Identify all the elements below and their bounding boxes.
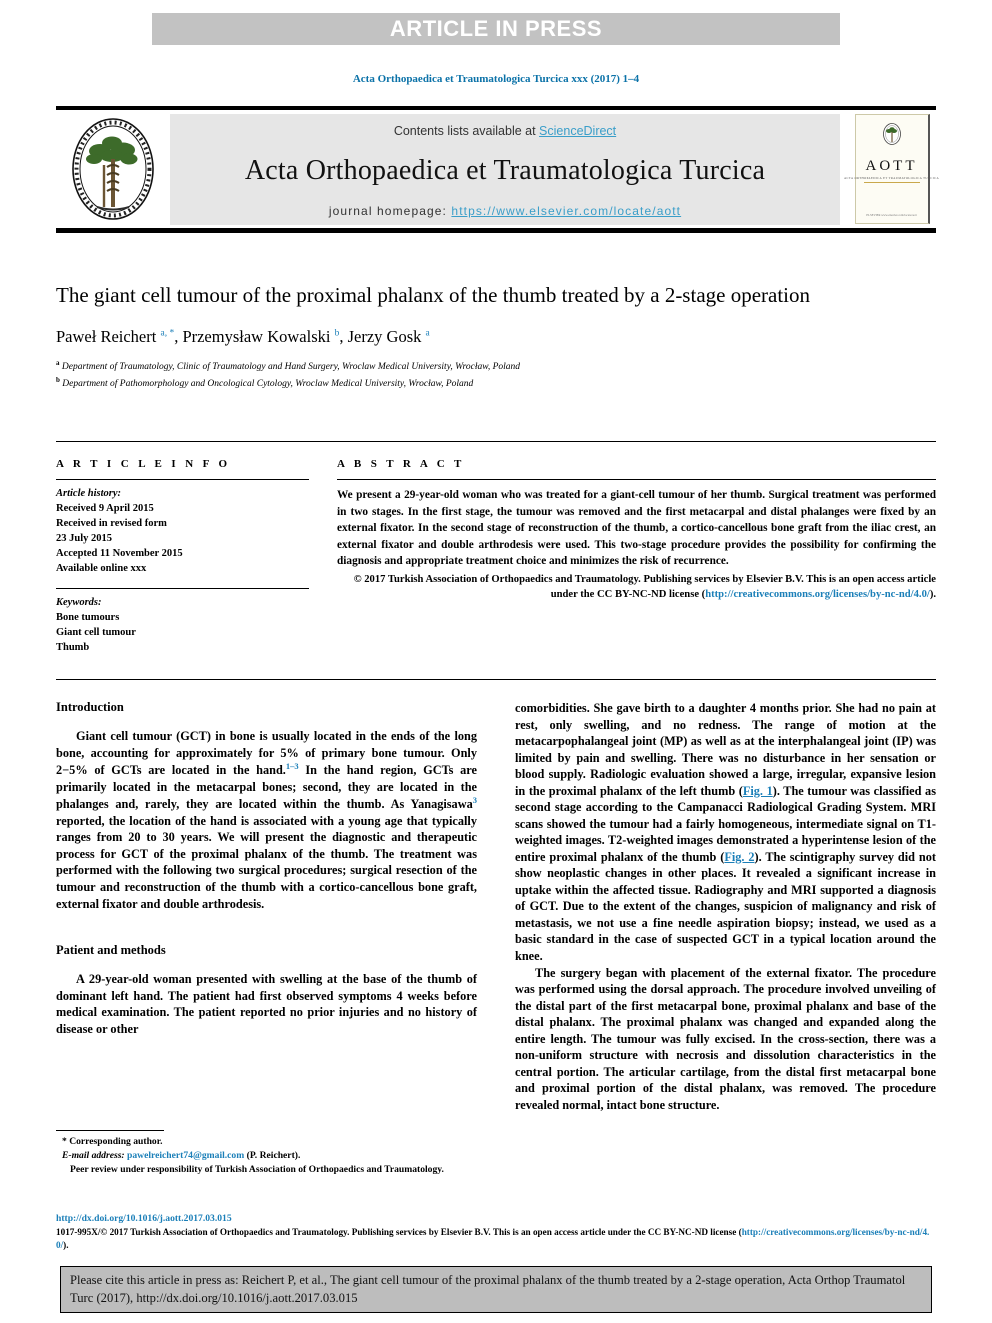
history-line: Received in revised form bbox=[56, 517, 167, 529]
abstract-body: We present a 29-year-old woman who was t… bbox=[337, 489, 936, 568]
citation-ref[interactable]: 1–3 bbox=[286, 761, 299, 771]
acta-seal-icon bbox=[72, 118, 154, 220]
intro-text-b: 5% of GCTs are located in the hand. bbox=[69, 763, 286, 778]
paragraph-right-2: The surgery began with placement of the … bbox=[515, 965, 936, 1112]
paragraph-right-1: comorbidities. She gave birth to a daugh… bbox=[515, 700, 936, 965]
article-body: Introduction Giant cell tumour (GCT) in … bbox=[56, 700, 936, 1113]
paragraph-patient-methods: A 29-year-old woman presented with swell… bbox=[56, 972, 477, 1036]
figure-2-link[interactable]: Fig. 2 bbox=[724, 850, 754, 864]
affiliation-a: a Department of Traumatology, Clinic of … bbox=[56, 358, 521, 373]
info-abstract-region: A R T I C L E I N F O Article history: R… bbox=[56, 458, 936, 656]
copyright-suffix: ). bbox=[929, 589, 936, 601]
article-info-column: A R T I C L E I N F O Article history: R… bbox=[56, 458, 309, 656]
article-in-press-label: ARTICLE IN PRESS bbox=[389, 16, 603, 41]
masthead-center-panel: Contents lists available at ScienceDirec… bbox=[170, 114, 840, 225]
email-label: E-mail address: bbox=[62, 1149, 125, 1161]
keyword-item: Thumb bbox=[56, 642, 90, 654]
email-note: E-mail address: pawelreichert74@gmail.co… bbox=[56, 1149, 477, 1163]
journal-masthead: Contents lists available at ScienceDirec… bbox=[56, 106, 940, 233]
body-column-right: comorbidities. She gave birth to a daugh… bbox=[515, 700, 936, 1113]
abstract-heading: A B S T R A C T bbox=[337, 458, 465, 470]
doi-line: http://dx.doi.org/10.1016/j.aott.2017.03… bbox=[56, 1213, 936, 1224]
cover-title: AOTT bbox=[865, 158, 918, 174]
history-line: Available online xxx bbox=[56, 562, 147, 574]
intro-text-d: reported, the location of the hand is as… bbox=[56, 813, 477, 911]
title-bottom-rule bbox=[56, 441, 936, 442]
history-line: 23 July 2015 bbox=[56, 532, 113, 544]
abstract-copyright: © 2017 Turkish Association of Orthopaedi… bbox=[337, 572, 936, 603]
issn-suffix: ). bbox=[63, 1240, 69, 1251]
please-cite-box: Please cite this article in press as: Re… bbox=[60, 1266, 932, 1313]
cover-emblem-icon bbox=[882, 123, 902, 152]
article-info-rule-top bbox=[56, 479, 309, 480]
issn-copyright-line: 1017-995X/© 2017 Turkish Association of … bbox=[56, 1226, 936, 1253]
affiliation-a-text: Department of Traumatology, Clinic of Tr… bbox=[61, 362, 521, 373]
society-seal-logo bbox=[56, 110, 170, 228]
footnote-rule bbox=[56, 1130, 164, 1131]
article-history-label: Article history: bbox=[56, 488, 122, 499]
affiliations: a Department of Traumatology, Clinic of … bbox=[56, 358, 936, 392]
journal-homepage-link[interactable]: https://www.elsevier.com/locate/aott bbox=[451, 204, 681, 218]
contents-lists-line: Contents lists available at ScienceDirec… bbox=[394, 124, 616, 138]
corresponding-author-note: * Corresponding author. bbox=[62, 1136, 163, 1147]
journal-cover-thumbnail: AOTT ACTA ORTHOPAEDICA ET TRAUMATOLOGICA… bbox=[840, 110, 940, 228]
article-title-block: The giant cell tumour of the proximal ph… bbox=[56, 282, 936, 392]
right-text-c: ). The scintigraphy survey did not show … bbox=[515, 849, 936, 963]
keyword-item: Bone tumours bbox=[56, 612, 120, 624]
cover-footer: ELSEVIER www.elsevier.com/locate/aott bbox=[866, 212, 917, 217]
heading-patient-and-methods: Patient and methods bbox=[56, 943, 166, 958]
figure-1-link[interactable]: Fig. 1 bbox=[743, 784, 773, 798]
keywords-label: Keywords: bbox=[56, 597, 102, 609]
affiliation-b: b Department of Pathomorphology and Onco… bbox=[56, 375, 474, 389]
article-info-rule-mid bbox=[56, 588, 309, 590]
cover-divider bbox=[863, 182, 920, 183]
doi-copyright-block: http://dx.doi.org/10.1016/j.aott.2017.03… bbox=[56, 1213, 936, 1253]
doi-link[interactable]: http://dx.doi.org/10.1016/j.aott.2017.03… bbox=[56, 1213, 232, 1224]
cc-license-link[interactable]: http://creativecommons.org/licenses/by-n… bbox=[705, 589, 930, 600]
contents-lists-prefix: Contents lists available at bbox=[393, 123, 540, 138]
history-line: Accepted 11 November 2015 bbox=[56, 547, 183, 559]
abstract-bottom-rule bbox=[56, 679, 936, 680]
journal-homepage-label: journal homepage: bbox=[328, 203, 452, 218]
footnote-block: * Corresponding author. E-mail address: … bbox=[56, 1130, 477, 1177]
journal-title: Acta Orthopaedica et Traumatologica Turc… bbox=[244, 154, 766, 186]
author-list: Paweł Reichert a, *, Przemysław Kowalski… bbox=[56, 326, 430, 346]
journal-homepage-line: journal homepage: https://www.elsevier.c… bbox=[329, 204, 681, 218]
article-info-heading: A R T I C L E I N F O bbox=[56, 458, 231, 470]
history-line: Received 9 April 2015 bbox=[56, 502, 154, 514]
cover-subtitle: ACTA ORTHOPAEDICA ET TRAUMATOLOGICA TURC… bbox=[843, 176, 940, 180]
article-in-press-banner: ARTICLE IN PRESS bbox=[152, 13, 840, 45]
abstract-column: A B S T R A C T We present a 29-year-old… bbox=[309, 458, 936, 656]
body-column-left: Introduction Giant cell tumour (GCT) in … bbox=[56, 700, 477, 1113]
abstract-rule bbox=[337, 479, 936, 480]
citation-ref[interactable]: 3 bbox=[473, 795, 477, 805]
issn-text: 1017-995X/© 2017 Turkish Association of … bbox=[56, 1227, 742, 1237]
sciencedirect-link[interactable]: ScienceDirect bbox=[539, 124, 616, 138]
peer-review-note: Peer review under responsibility of Turk… bbox=[70, 1163, 444, 1175]
paragraph-introduction: Giant cell tumour (GCT) in bone is usual… bbox=[56, 729, 478, 911]
author-email-link[interactable]: pawelreichert74@gmail.com bbox=[127, 1150, 244, 1161]
affiliation-b-text: Department of Pathomorphology and Oncolo… bbox=[62, 379, 474, 389]
journal-reference-line: Acta Orthopaedica et Traumatologica Turc… bbox=[352, 73, 640, 85]
article-title: The giant cell tumour of the proximal ph… bbox=[56, 283, 811, 307]
email-suffix: (P. Reichert). bbox=[244, 1149, 301, 1161]
heading-introduction: Introduction bbox=[56, 700, 124, 714]
keyword-item: Giant cell tumour bbox=[56, 627, 136, 639]
